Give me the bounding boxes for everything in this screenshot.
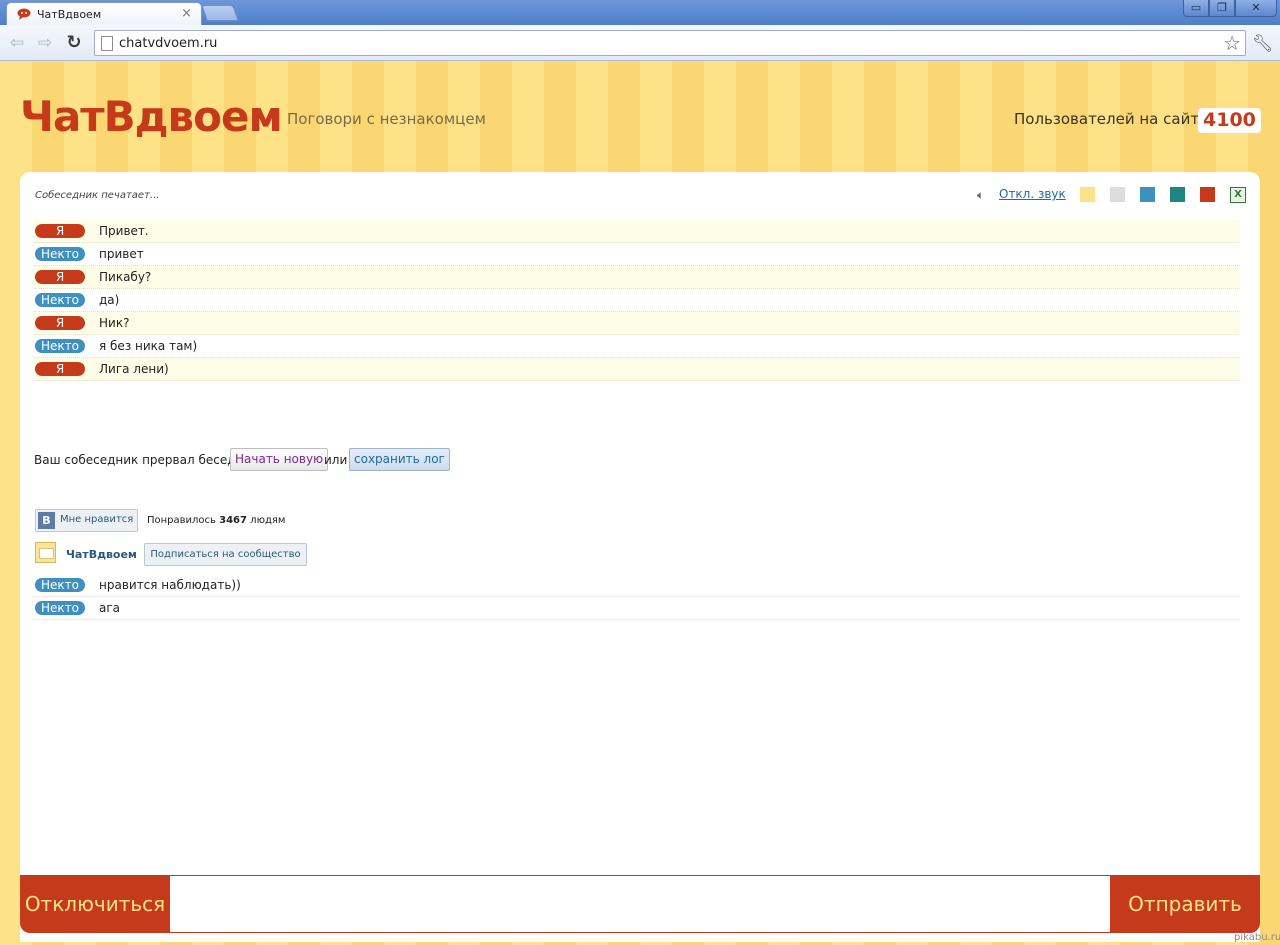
vk-logo-icon: В	[38, 512, 55, 529]
page-icon	[101, 36, 113, 51]
forward-arrow-icon[interactable]: ⇨	[33, 31, 57, 55]
message-row: Некто привет	[34, 243, 1240, 266]
browser-tab[interactable]: ЧатВдвоем ×	[6, 2, 202, 26]
minimize-button[interactable]: ▭	[1183, 0, 1209, 17]
excel-icon[interactable]: X	[1230, 187, 1246, 203]
vk-group-name[interactable]: ЧатВдвоем	[66, 548, 137, 561]
message-author-badge: Я	[35, 224, 85, 238]
vk-subscribe-button[interactable]: Подписаться на сообщество	[144, 543, 307, 566]
theme-swatch-gray[interactable]	[1110, 187, 1125, 202]
message-author-badge: Я	[35, 316, 85, 330]
message-row: Некто да)	[34, 289, 1240, 312]
message-author-badge: Я	[35, 362, 85, 376]
chat-bubble-icon	[17, 8, 31, 20]
page: ЧатВдвоем Поговори с незнакомцем Пользов…	[0, 62, 1280, 945]
chat-ended-text: Ваш собеседник прервал беседу.	[34, 453, 247, 467]
maximize-button[interactable]: ❐	[1209, 0, 1235, 17]
site-logo[interactable]: ЧатВдвоем	[20, 92, 283, 141]
users-online-label: Пользователей на сайте	[1014, 110, 1209, 128]
message-text: Ник?	[99, 316, 130, 330]
window-titlebar: ЧатВдвоем × ▭ ❐ ✕	[0, 0, 1280, 26]
chat-panel: Собеседник печатает... 🔈︎ Откл. звук X Я…	[20, 172, 1260, 942]
message-row: Я Ник?	[34, 312, 1240, 335]
message-row: Я Лига лени)	[34, 358, 1240, 381]
message-text: Пикабу?	[99, 270, 152, 284]
back-arrow-icon[interactable]: ⇦	[5, 31, 29, 55]
message-text: нравится наблюдать))	[99, 578, 241, 592]
tab-title: ЧатВдвоем	[37, 8, 102, 21]
message-text: я без ника там)	[99, 339, 198, 353]
message-text: Привет.	[99, 224, 149, 238]
tab-close-icon[interactable]: ×	[181, 6, 192, 21]
vk-like-button[interactable]: В Мне нравится	[35, 509, 138, 532]
message-author-badge: Некто	[35, 339, 85, 353]
message-author-badge: Некто	[35, 247, 85, 261]
theme-swatch-yellow[interactable]	[1080, 187, 1095, 202]
message-text: привет	[99, 247, 144, 261]
save-log-button[interactable]: сохранить лог	[349, 448, 450, 471]
vk-likes-suffix: людям	[250, 515, 286, 526]
message-row: Некто ага	[34, 597, 1240, 620]
typing-indicator: Собеседник печатает...	[35, 190, 160, 201]
vk-group-avatar[interactable]	[35, 542, 56, 563]
start-new-chat-button[interactable]: Начать новую	[230, 448, 329, 471]
vk-like-label: Мне нравится	[60, 514, 134, 525]
chat-controls: Отключиться Отправить	[20, 875, 1260, 933]
theme-swatch-teal[interactable]	[1170, 187, 1185, 202]
vk-like-count: Понравилось 3467 людям	[147, 515, 285, 526]
disconnect-button[interactable]: Отключиться	[20, 875, 170, 933]
message-author-badge: Некто	[35, 293, 85, 307]
message-list-after: Некто нравится наблюдать)) Некто ага	[34, 574, 1240, 620]
address-bar-url[interactable]: chatvdvoem.ru	[119, 36, 217, 51]
message-row: Некто я без ника там)	[34, 335, 1240, 358]
browser-toolbar: ⇦ ⇨ ↻ chatvdvoem.ru ☆ 🔧︎	[0, 25, 1280, 61]
vk-likes-prefix: Понравилось	[147, 515, 216, 526]
message-text: ага	[99, 601, 121, 615]
close-window-button[interactable]: ✕	[1235, 0, 1277, 17]
bookmark-star-icon[interactable]: ☆	[1223, 31, 1241, 55]
message-author-badge: Я	[35, 270, 85, 284]
theme-swatch-red[interactable]	[1200, 187, 1215, 202]
send-button[interactable]: Отправить	[1110, 875, 1260, 933]
new-tab-button[interactable]	[201, 5, 239, 21]
message-author-badge: Некто	[35, 601, 85, 615]
or-text: или	[324, 453, 348, 467]
wrench-icon[interactable]: 🔧︎	[1252, 34, 1274, 54]
message-author-badge: Некто	[35, 578, 85, 592]
users-online-count: 4100	[1198, 108, 1261, 133]
site-slogan: Поговори с незнакомцем	[287, 110, 486, 128]
mute-sound-link[interactable]: Откл. звук	[999, 187, 1066, 201]
message-text: да)	[99, 293, 120, 307]
address-bar[interactable]: chatvdvoem.ru ☆	[94, 30, 1246, 56]
theme-swatch-blue[interactable]	[1140, 187, 1155, 202]
message-input[interactable]	[170, 875, 1110, 933]
reload-icon[interactable]: ↻	[62, 31, 86, 55]
message-text: Лига лени)	[99, 362, 169, 376]
message-row: Я Пикабу?	[34, 266, 1240, 289]
message-row: Я Привет.	[34, 220, 1240, 243]
vk-likes-number: 3467	[219, 515, 247, 526]
speaker-icon: 🔈︎	[977, 188, 985, 202]
message-list: Я Привет. Некто привет Я Пикабу? Некто да) Я Ник?…	[34, 220, 1240, 381]
watermark: pikabu.ru	[1234, 932, 1280, 943]
message-row: Некто нравится наблюдать))	[34, 574, 1240, 597]
